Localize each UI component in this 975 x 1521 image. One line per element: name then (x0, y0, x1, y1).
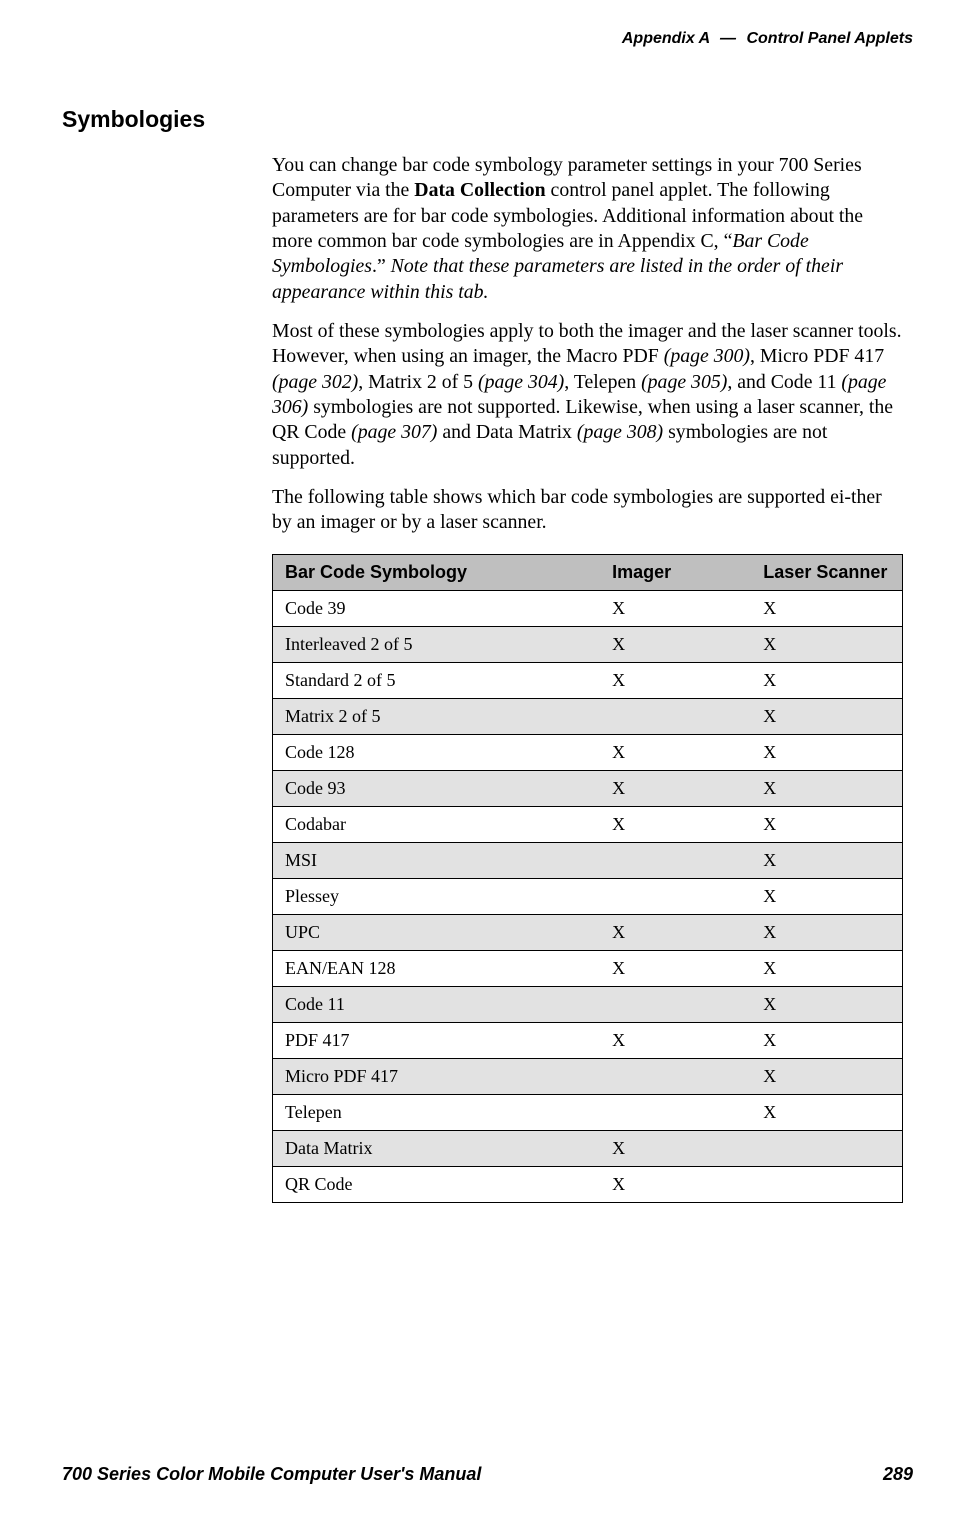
symbology-name: Standard 2 of 5 (273, 662, 601, 698)
symbology-name: QR Code (273, 1166, 601, 1202)
symbology-name: Telepen (273, 1094, 601, 1130)
symbology-name: EAN/EAN 128 (273, 950, 601, 986)
imager-cell (600, 986, 751, 1022)
table-row: Code 93XX (273, 770, 903, 806)
symbology-name: PDF 417 (273, 1022, 601, 1058)
table-row: Standard 2 of 5XX (273, 662, 903, 698)
laser-cell: X (751, 1094, 902, 1130)
running-header: Appendix A — Control Panel Applets (62, 30, 913, 48)
laser-cell: X (751, 842, 902, 878)
imager-cell: X (600, 590, 751, 626)
laser-cell: X (751, 878, 902, 914)
table-row: Code 39XX (273, 590, 903, 626)
laser-cell: X (751, 590, 902, 626)
footer-manual-title: 700 Series Color Mobile Computer User's … (62, 1464, 481, 1485)
paragraph-3: The following table shows which bar code… (272, 485, 903, 536)
table-row: Micro PDF 417 X (273, 1058, 903, 1094)
header-appendix: Appendix A (622, 30, 710, 47)
imager-cell: X (600, 734, 751, 770)
imager-cell (600, 842, 751, 878)
table-header-row: Bar Code Symbology Imager Laser Scanner (273, 554, 903, 590)
table-row: CodabarXX (273, 806, 903, 842)
symbology-name: Code 93 (273, 770, 601, 806)
col-laser: Laser Scanner (751, 554, 902, 590)
imager-cell: X (600, 626, 751, 662)
symbology-name: Micro PDF 417 (273, 1058, 601, 1094)
symbology-name: MSI (273, 842, 601, 878)
paragraph-2: Most of these symbologies apply to both … (272, 319, 903, 471)
laser-cell: X (751, 698, 902, 734)
symbology-name: Code 39 (273, 590, 601, 626)
laser-cell: X (751, 806, 902, 842)
laser-cell (751, 1130, 902, 1166)
symbology-name: Matrix 2 of 5 (273, 698, 601, 734)
laser-cell: X (751, 1058, 902, 1094)
imager-cell (600, 878, 751, 914)
table-row: UPCXX (273, 914, 903, 950)
imager-cell: X (600, 950, 751, 986)
imager-cell: X (600, 806, 751, 842)
table-row: QR CodeX (273, 1166, 903, 1202)
symbology-table: Bar Code Symbology Imager Laser Scanner … (272, 554, 903, 1203)
header-dash: — (720, 30, 736, 47)
header-section: Control Panel Applets (746, 30, 913, 47)
document-page: Appendix A — Control Panel Applets Symbo… (0, 0, 975, 1521)
symbology-name: Code 128 (273, 734, 601, 770)
table-row: MSI X (273, 842, 903, 878)
footer-page-number: 289 (883, 1464, 913, 1485)
paragraph-1: You can change bar code symbology parame… (272, 153, 903, 305)
table-row: Code 11 X (273, 986, 903, 1022)
table-row: Interleaved 2 of 5XX (273, 626, 903, 662)
symbology-name: Codabar (273, 806, 601, 842)
laser-cell: X (751, 950, 902, 986)
col-imager: Imager (600, 554, 751, 590)
laser-cell: X (751, 986, 902, 1022)
imager-cell (600, 1058, 751, 1094)
laser-cell: X (751, 1022, 902, 1058)
laser-cell: X (751, 770, 902, 806)
page-footer: 700 Series Color Mobile Computer User's … (62, 1464, 913, 1485)
table-row: Telepen X (273, 1094, 903, 1130)
table-row: Plessey X (273, 878, 903, 914)
imager-cell: X (600, 1130, 751, 1166)
symbology-name: Data Matrix (273, 1130, 601, 1166)
imager-cell: X (600, 770, 751, 806)
table-row: Code 128XX (273, 734, 903, 770)
symbology-name: Code 11 (273, 986, 601, 1022)
laser-cell (751, 1166, 902, 1202)
symbology-name: Plessey (273, 878, 601, 914)
table-row: EAN/EAN 128XX (273, 950, 903, 986)
section-title: Symbologies (62, 106, 913, 133)
laser-cell: X (751, 626, 902, 662)
symbology-name: Interleaved 2 of 5 (273, 626, 601, 662)
body-text: You can change bar code symbology parame… (272, 153, 903, 1203)
imager-cell: X (600, 1166, 751, 1202)
table-row: Matrix 2 of 5 X (273, 698, 903, 734)
imager-cell: X (600, 914, 751, 950)
imager-cell (600, 1094, 751, 1130)
laser-cell: X (751, 662, 902, 698)
table-row: PDF 417XX (273, 1022, 903, 1058)
imager-cell (600, 698, 751, 734)
laser-cell: X (751, 914, 902, 950)
table-row: Data MatrixX (273, 1130, 903, 1166)
imager-cell: X (600, 662, 751, 698)
symbology-name: UPC (273, 914, 601, 950)
imager-cell: X (600, 1022, 751, 1058)
laser-cell: X (751, 734, 902, 770)
col-symbology: Bar Code Symbology (273, 554, 601, 590)
